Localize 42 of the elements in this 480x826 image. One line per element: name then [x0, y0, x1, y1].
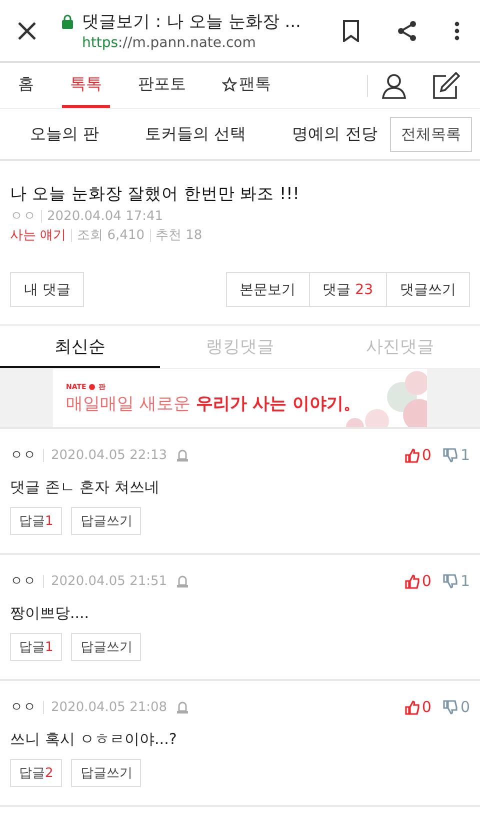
write-reply-button[interactable]: 답글쓰기	[71, 759, 142, 787]
category-label[interactable]: 사는 얘기	[10, 226, 66, 245]
dislike-count: 1	[460, 572, 470, 590]
author-name: ㅇㅇ	[10, 208, 36, 226]
like-count: 0	[422, 572, 432, 590]
author-name: ㅇㅇ	[10, 699, 36, 716]
author-name: ㅇㅇ	[10, 573, 36, 590]
like-count: 0	[422, 446, 432, 464]
post-date: 2020.04.04 17:41	[47, 208, 164, 226]
dislike-count: 0	[460, 698, 470, 716]
like-count: 0	[422, 698, 432, 716]
dislike-count: 1	[460, 446, 470, 464]
my-comments-button[interactable]: 내 댓글	[10, 272, 84, 307]
nav-tab[interactable]: 톡톡	[62, 63, 110, 108]
replies-button[interactable]: 답글2	[10, 759, 62, 787]
comment-date: 2020.04.05 22:13	[51, 448, 168, 462]
category-link[interactable]: 오늘의 판	[30, 124, 100, 144]
comment-date: 2020.04.05 21:51	[51, 574, 168, 588]
comment-date: 2020.04.05 21:08	[51, 700, 168, 714]
category-link[interactable]: 명예의 전당	[292, 124, 378, 144]
author-name: ㅇㅇ	[10, 447, 36, 464]
replies-button[interactable]: 답글1	[10, 633, 62, 661]
view-count: 조회 6,410	[77, 227, 144, 245]
all-list-button[interactable]: 전체목록	[390, 116, 472, 152]
nav-tab[interactable]: 판포토	[130, 63, 194, 108]
nav-tab[interactable]: 홈	[10, 63, 42, 108]
write-reply-button[interactable]: 답글쓰기	[71, 507, 142, 535]
page-title: 댓글보기 : 나 오늘 눈화장 ...	[82, 11, 301, 33]
recommend-count: 추천 18	[156, 227, 202, 245]
comment-text: 댓글 존ㄴ 혼자 쳐쓰네	[10, 478, 160, 497]
replies-button[interactable]: 답글1	[10, 507, 62, 535]
write-comment-button[interactable]: 댓글쓰기	[387, 272, 470, 307]
banner-text: 매일매일 새로운 우리가 사는 이야기。	[66, 392, 362, 414]
url-text: https://m.pann.nate.com	[82, 35, 257, 51]
nav-tab[interactable]: 팬톡	[214, 63, 279, 108]
comment-text: 짱이쁘당....	[10, 604, 90, 623]
view-post-button[interactable]: 본문보기	[226, 272, 310, 307]
comments-button[interactable]: 댓글 23	[310, 272, 387, 307]
comment-text: 쓰니 혹시 ㅇㅎㄹ이야...?	[10, 730, 178, 749]
post-title: 나 오늘 눈화장 잘했어 한번만 봐조 !!!	[10, 183, 300, 205]
write-reply-button[interactable]: 답글쓰기	[71, 633, 142, 661]
category-link[interactable]: 토커들의 선택	[145, 124, 246, 144]
